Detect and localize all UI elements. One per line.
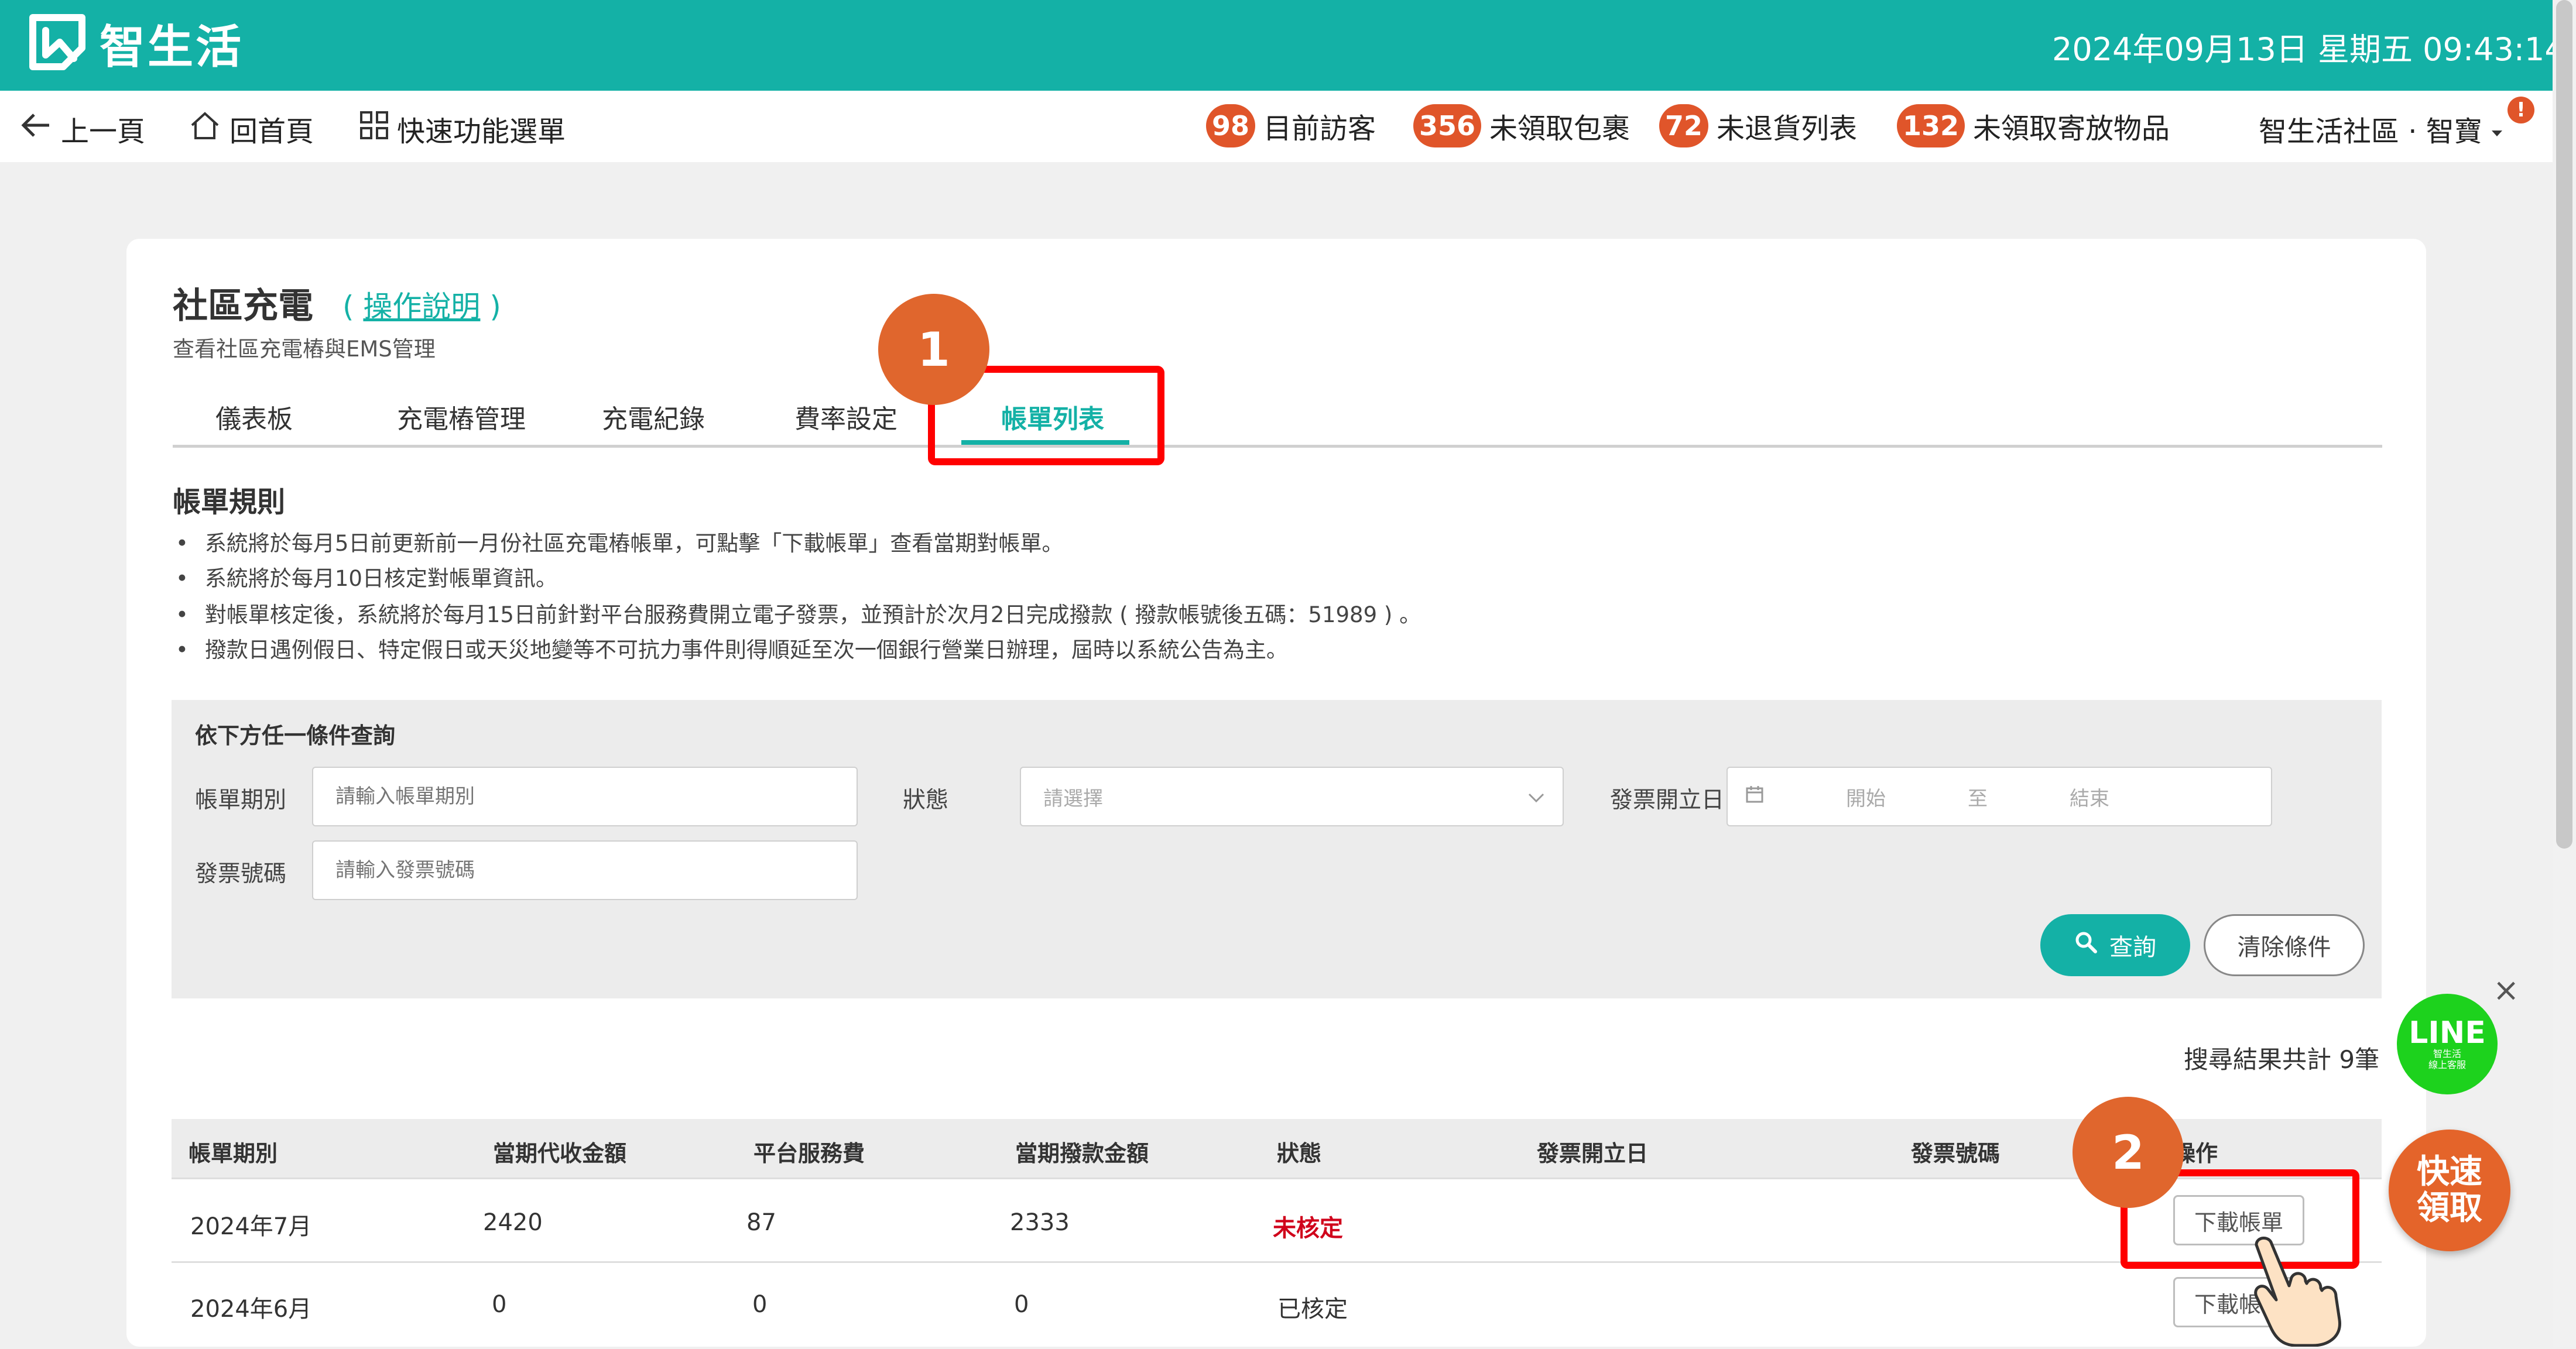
count-badge: 72 [1659,104,1709,147]
cell-payout: 0 [1014,1291,1029,1318]
invoice-date-range[interactable]: 開始 至 結束 [1727,767,2272,826]
search-button[interactable]: 查詢 [2040,914,2190,976]
line-sub-label: 智生活 [2433,1048,2461,1059]
rule-item: 系統將於每月10日核定對帳單資訊。 [176,561,557,592]
search-label: 查詢 [2109,934,2156,961]
column-header: 帳單期別 [189,1141,278,1166]
rule-item: 系統將於每月5日前更新前一月份社區充電樁帳單，可點擊「下載帳單」查看當期對帳單。 [176,526,1064,557]
home-label: 回首頁 [229,115,314,148]
help-link-label: 操作說明 [363,290,481,324]
date-end[interactable]: 結束 [2070,782,2109,811]
tab-charging-records[interactable]: 充電紀錄 [602,398,705,435]
cell-fee: 87 [746,1209,776,1236]
stat-label: 未領取包裹 [1489,112,1630,145]
quick-menu-button[interactable]: 快速功能選單 [359,108,566,149]
tab-rate-settings[interactable]: 費率設定 [794,398,898,435]
calendar-icon [1745,785,1764,809]
notification-badge[interactable]: ! [2508,97,2534,123]
rule-item: 對帳單核定後，系統將於每月15日前針對平台服務費開立電子發票，並預計於次月2日完… [176,597,1421,629]
cell-period: 2024年6月 [190,1296,312,1323]
quick-menu-label: 快速功能選單 [397,115,566,148]
stat-label: 目前訪客 [1263,112,1376,145]
count-badge: 132 [1897,104,1965,147]
tab-charger-management[interactable]: 充電樁管理 [397,398,526,435]
app-name: 智生活 [100,21,244,74]
page-title: 社區充電 [173,286,313,327]
help-paren-close: ) [489,290,501,324]
line-label: LINE [2409,1015,2486,1051]
search-icon [2074,931,2098,960]
line-support-button[interactable]: LINE 智生活 線上客服 [2397,994,2498,1094]
status-label: 狀態 [903,787,949,813]
status-select[interactable]: 請選擇 [1020,767,1564,826]
column-header: 當期撥款金額 [1015,1141,1149,1166]
stat-unclaimed-deposits[interactable]: 132 未領取寄放物品 [1897,104,2170,147]
step-marker-2: 2 [2073,1097,2184,1208]
step-marker-1: 1 [878,294,989,405]
row-divider [172,1178,2382,1179]
period-input[interactable] [312,767,858,826]
back-button[interactable]: 上一頁 [21,108,145,149]
column-header: 狀態 [1277,1141,1322,1166]
column-header: 平台服務費 [753,1141,865,1166]
invoice-no-input[interactable] [312,840,858,900]
result-count: 搜尋結果共計 9筆 [2184,1045,2380,1074]
scrollbar-thumb[interactable] [2556,0,2572,849]
quick-pickup-button[interactable]: 快速 領取 [2389,1130,2510,1251]
count-badge: 98 [1206,104,1256,147]
help-paren-open: ( [342,290,354,324]
user-menu[interactable]: 智生活社區 · 智寶 [2259,108,2503,149]
grid-icon [359,111,389,147]
cell-collected: 2420 [483,1209,543,1236]
cell-collected: 0 [492,1291,507,1318]
cell-fee: 0 [752,1291,768,1318]
stat-unclaimed-parcels[interactable]: 356 未領取包裹 [1413,104,1630,147]
rule-item: 撥款日遇例假日、特定假日或天災地變等不可抗力事件則得順延至次一個銀行營業日辦理，… [176,632,1288,664]
back-arrow-icon [21,111,53,146]
cell-status: 未核定 [1273,1215,1343,1242]
line-sub-label: 線上客服 [2428,1059,2466,1070]
period-label: 帳單期別 [195,787,287,813]
status-placeholder: 請選擇 [1043,787,1103,811]
column-header: 發票號碼 [1911,1141,2000,1166]
home-button[interactable]: 回首頁 [189,108,314,149]
close-icon[interactable]: × [2493,972,2519,1008]
help-link[interactable]: ( 操作說明 ) [342,283,501,325]
cell-payout: 2333 [1010,1209,1070,1236]
user-label: 智生活社區 · 智寶 [2259,115,2482,148]
filter-title: 依下方任一條件查詢 [195,723,396,749]
clear-filters-button[interactable]: 清除條件 [2204,914,2365,976]
tab-divider [173,445,2382,448]
cell-status: 已核定 [1277,1296,1348,1323]
date-start[interactable]: 開始 [1846,782,1886,811]
tab-dashboard[interactable]: 儀表板 [215,398,293,435]
stat-visitors[interactable]: 98 目前訪客 [1206,104,1376,147]
page-subtitle: 查看社區充電樁與EMS管理 [173,337,436,362]
date-separator: 至 [1968,787,1988,811]
quick-pickup-line2: 領取 [2417,1189,2482,1227]
invoice-no-label: 發票號碼 [195,861,287,887]
quick-pickup-line1: 快速 [2417,1153,2482,1191]
stat-unreturned[interactable]: 72 未退貨列表 [1659,104,1857,147]
row-divider [172,1261,2382,1263]
back-label: 上一頁 [61,115,146,148]
column-header: 當期代收金額 [493,1141,627,1166]
stat-label: 未領取寄放物品 [1973,112,2170,145]
column-header: 發票開立日 [1537,1141,1649,1166]
app-logo-icon[interactable] [28,13,87,71]
count-badge: 356 [1413,104,1482,147]
cell-period: 2024年7月 [190,1213,312,1240]
home-icon [189,110,221,147]
pointing-hand-icon [2248,1232,2354,1347]
chevron-down-icon [2491,112,2503,145]
chevron-down-icon [1527,785,1545,808]
stat-label: 未退貨列表 [1717,112,1858,145]
invoice-date-label: 發票開立日 [1610,787,1725,813]
rules-title: 帳單規則 [173,486,286,519]
current-datetime: 2024年09月13日 星期五 09:43:14 [2052,31,2565,68]
